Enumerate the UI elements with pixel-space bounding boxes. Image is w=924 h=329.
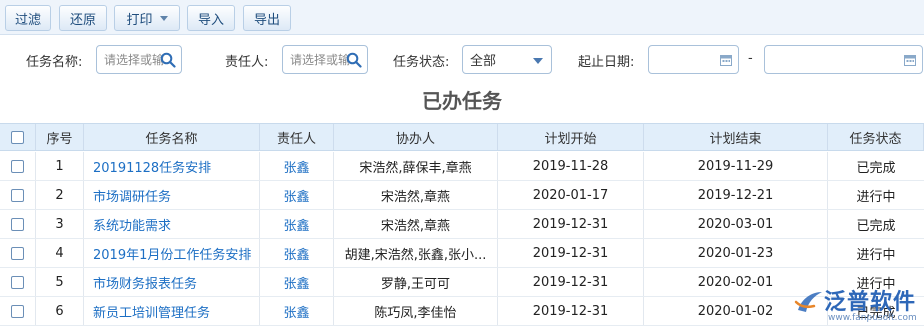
table-row[interactable]: 1 20191128任务安排 张鑫 宋浩然,薛保丰,章燕 2019-11-28 … xyxy=(0,152,924,181)
header-task-name[interactable]: 任务名称 xyxy=(84,124,260,150)
search-icon[interactable] xyxy=(346,52,362,68)
calendar-icon[interactable] xyxy=(720,54,732,66)
header-owner[interactable]: 责任人 xyxy=(260,124,334,150)
table-row[interactable]: 2 市场调研任务 张鑫 宋浩然,章燕 2020-01-17 2019-12-21… xyxy=(0,181,924,210)
task-name-label: 任务名称: xyxy=(26,55,83,70)
date-range-separator: - xyxy=(748,51,753,66)
row-plan-start: 2020-01-17 xyxy=(498,181,644,209)
toolbar: 过滤 还原 打印 导入 导出 xyxy=(0,0,924,35)
header-plan-start[interactable]: 计划开始 xyxy=(498,124,644,150)
row-select-cell xyxy=(0,239,36,267)
watermark-logo: 泛普软件 www.fanpusoft.com xyxy=(794,284,917,326)
task-name-link[interactable]: 系统功能需求 xyxy=(84,210,260,238)
table-header: 序号 任务名称 责任人 协办人 计划开始 计划结束 任务状态 xyxy=(0,123,924,151)
print-button[interactable]: 打印 xyxy=(114,5,180,31)
row-checkbox[interactable] xyxy=(11,188,24,202)
row-plan-start: 2019-12-31 xyxy=(498,297,644,325)
table-row[interactable]: 4 2019年1月份工作任务安排 张鑫 胡建,宋浩然,张鑫,张小... 2019… xyxy=(0,239,924,268)
task-name-link[interactable]: 20191128任务安排 xyxy=(84,152,260,180)
row-checkbox[interactable] xyxy=(11,217,24,231)
select-all-checkbox[interactable] xyxy=(11,130,24,144)
owner-link[interactable]: 张鑫 xyxy=(260,297,334,325)
row-status: 已完成 xyxy=(856,218,896,234)
status-select[interactable]: 全部 xyxy=(462,45,552,74)
row-plan-end: 2020-03-01 xyxy=(644,210,828,238)
row-plan-start: 2019-12-31 xyxy=(498,268,644,296)
end-date-input[interactable] xyxy=(764,45,923,74)
row-select-cell xyxy=(0,297,36,325)
row-status: 进行中 xyxy=(856,189,896,205)
export-button[interactable]: 导出 xyxy=(243,5,291,31)
task-name-input[interactable]: 请选择或输 xyxy=(96,45,182,74)
row-no: 5 xyxy=(36,268,84,296)
select-all-cell xyxy=(0,124,36,150)
chevron-down-icon xyxy=(159,15,168,21)
row-plan-start: 2019-11-28 xyxy=(498,152,644,180)
header-plan-end[interactable]: 计划结束 xyxy=(644,124,828,150)
row-status: 已完成 xyxy=(856,160,896,176)
page-title: 已办任务 xyxy=(422,89,502,113)
table-row[interactable]: 5 市场财务报表任务 张鑫 罗静,王可可 2019-12-31 2020-02-… xyxy=(0,268,924,297)
row-assistants: 宋浩然,薛保丰,章燕 xyxy=(334,152,498,180)
row-assistants: 陈巧凤,李佳怡 xyxy=(334,297,498,325)
row-no: 3 xyxy=(36,210,84,238)
row-checkbox[interactable] xyxy=(11,246,24,260)
calendar-icon[interactable] xyxy=(904,54,916,66)
row-checkbox[interactable] xyxy=(11,159,24,173)
status-select-value: 全部 xyxy=(470,54,497,69)
row-select-cell xyxy=(0,268,36,296)
row-status: 进行中 xyxy=(856,247,896,263)
owner-link[interactable]: 张鑫 xyxy=(260,268,334,296)
status-label: 任务状态: xyxy=(393,55,450,70)
row-assistants: 胡建,宋浩然,张鑫,张小... xyxy=(334,239,498,267)
owner-link[interactable]: 张鑫 xyxy=(260,152,334,180)
row-no: 6 xyxy=(36,297,84,325)
header-no[interactable]: 序号 xyxy=(36,124,84,150)
row-plan-end: 2020-01-23 xyxy=(644,239,828,267)
row-no: 2 xyxy=(36,181,84,209)
row-plan-end: 2019-12-21 xyxy=(644,181,828,209)
task-name-link[interactable]: 2019年1月份工作任务安排 xyxy=(84,239,260,267)
row-no: 4 xyxy=(36,239,84,267)
print-button-label: 打印 xyxy=(126,12,153,28)
reset-button[interactable]: 还原 xyxy=(59,5,107,31)
owner-link[interactable]: 张鑫 xyxy=(260,210,334,238)
row-checkbox[interactable] xyxy=(11,304,24,318)
brand-logo-icon xyxy=(794,292,822,312)
task-name-link[interactable]: 新员工培训管理任务 xyxy=(84,297,260,325)
table-row[interactable]: 6 新员工培训管理任务 张鑫 陈巧凤,李佳怡 2019-12-31 2020-0… xyxy=(0,297,924,326)
owner-link[interactable]: 张鑫 xyxy=(260,239,334,267)
row-select-cell xyxy=(0,152,36,180)
row-plan-start: 2019-12-31 xyxy=(498,239,644,267)
owner-link[interactable]: 张鑫 xyxy=(260,181,334,209)
row-assistants: 宋浩然,章燕 xyxy=(334,181,498,209)
row-assistants: 宋浩然,章燕 xyxy=(334,210,498,238)
watermark-name: 泛普软件 xyxy=(824,290,917,315)
row-select-cell xyxy=(0,210,36,238)
row-assistants: 罗静,王可可 xyxy=(334,268,498,296)
row-plan-end: 2019-11-29 xyxy=(644,152,828,180)
row-no: 1 xyxy=(36,152,84,180)
row-checkbox[interactable] xyxy=(11,275,24,289)
header-status[interactable]: 任务状态 xyxy=(828,124,924,150)
owner-label: 责任人: xyxy=(225,55,269,70)
task-name-link[interactable]: 市场调研任务 xyxy=(84,181,260,209)
row-select-cell xyxy=(0,181,36,209)
owner-input[interactable]: 请选择或输 xyxy=(282,45,368,74)
chevron-down-icon xyxy=(533,58,543,64)
row-plan-start: 2019-12-31 xyxy=(498,210,644,238)
date-range-label: 起止日期: xyxy=(578,55,635,70)
task-name-link[interactable]: 市场财务报表任务 xyxy=(84,268,260,296)
header-assistants[interactable]: 协办人 xyxy=(334,124,498,150)
start-date-input[interactable] xyxy=(648,45,739,74)
watermark-url: www.fanpusoft.com xyxy=(828,313,917,323)
table-row[interactable]: 3 系统功能需求 张鑫 宋浩然,章燕 2019-12-31 2020-03-01… xyxy=(0,210,924,239)
import-button[interactable]: 导入 xyxy=(187,5,235,31)
search-icon[interactable] xyxy=(160,52,176,68)
filter-button[interactable]: 过滤 xyxy=(5,5,51,31)
